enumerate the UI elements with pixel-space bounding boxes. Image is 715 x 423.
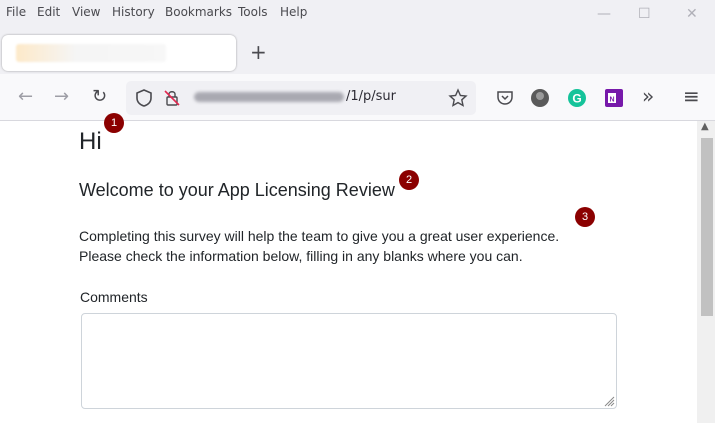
reload-button[interactable]: ↻ (92, 86, 107, 107)
maximize-button[interactable]: ☐ (638, 6, 651, 22)
menu-edit[interactable]: Edit (37, 5, 60, 19)
page-subtitle: Welcome to your App Licensing Review (79, 180, 395, 200)
back-button[interactable]: ← (18, 86, 33, 107)
comments-textarea[interactable] (81, 313, 617, 409)
onenote-icon[interactable]: N (604, 88, 624, 108)
close-window-button[interactable]: ✕ (686, 6, 698, 22)
menu-view[interactable]: View (72, 5, 100, 19)
avatar-icon[interactable] (530, 88, 550, 108)
svg-text:G: G (572, 92, 581, 106)
svg-text:N: N (609, 97, 614, 104)
menu-tools[interactable]: Tools (238, 5, 268, 19)
overflow-menu-button[interactable]: » (642, 84, 654, 108)
grammarly-icon[interactable]: G (567, 88, 587, 108)
page-title: Hi (79, 128, 102, 155)
new-tab-button[interactable]: + (250, 40, 267, 64)
menu-history[interactable]: History (112, 5, 155, 19)
pocket-icon[interactable] (496, 89, 514, 107)
url-redacted (194, 92, 344, 102)
url-text[interactable]: /1/p/sur (346, 89, 396, 104)
menu-file[interactable]: File (6, 5, 26, 19)
minimize-button[interactable]: — (597, 6, 611, 22)
star-icon[interactable] (448, 88, 468, 108)
lock-slash-icon[interactable] (163, 89, 181, 107)
annotation-badge-2: 2 (399, 170, 419, 190)
browser-tab[interactable] (2, 35, 236, 71)
comments-label: Comments (80, 289, 148, 305)
menu-help[interactable]: Help (280, 5, 307, 19)
scrollbar-thumb[interactable] (701, 138, 713, 316)
forward-button[interactable]: → (54, 86, 69, 107)
scroll-up-icon[interactable]: ▲ (701, 121, 709, 132)
intro-text-line-2: Please check the information below, fill… (79, 248, 523, 264)
annotation-badge-3: 3 (575, 207, 595, 227)
intro-text-line-1: Completing this survey will help the tea… (79, 228, 560, 244)
url-bar[interactable]: /1/p/sur (126, 81, 476, 115)
resize-handle-icon[interactable] (603, 395, 615, 407)
app-menu-button[interactable]: ≡ (683, 84, 700, 108)
shield-icon[interactable] (136, 89, 152, 107)
tab-title-redacted (16, 44, 166, 62)
annotation-badge-1: 1 (104, 113, 124, 133)
menu-bookmarks[interactable]: Bookmarks (165, 5, 232, 19)
